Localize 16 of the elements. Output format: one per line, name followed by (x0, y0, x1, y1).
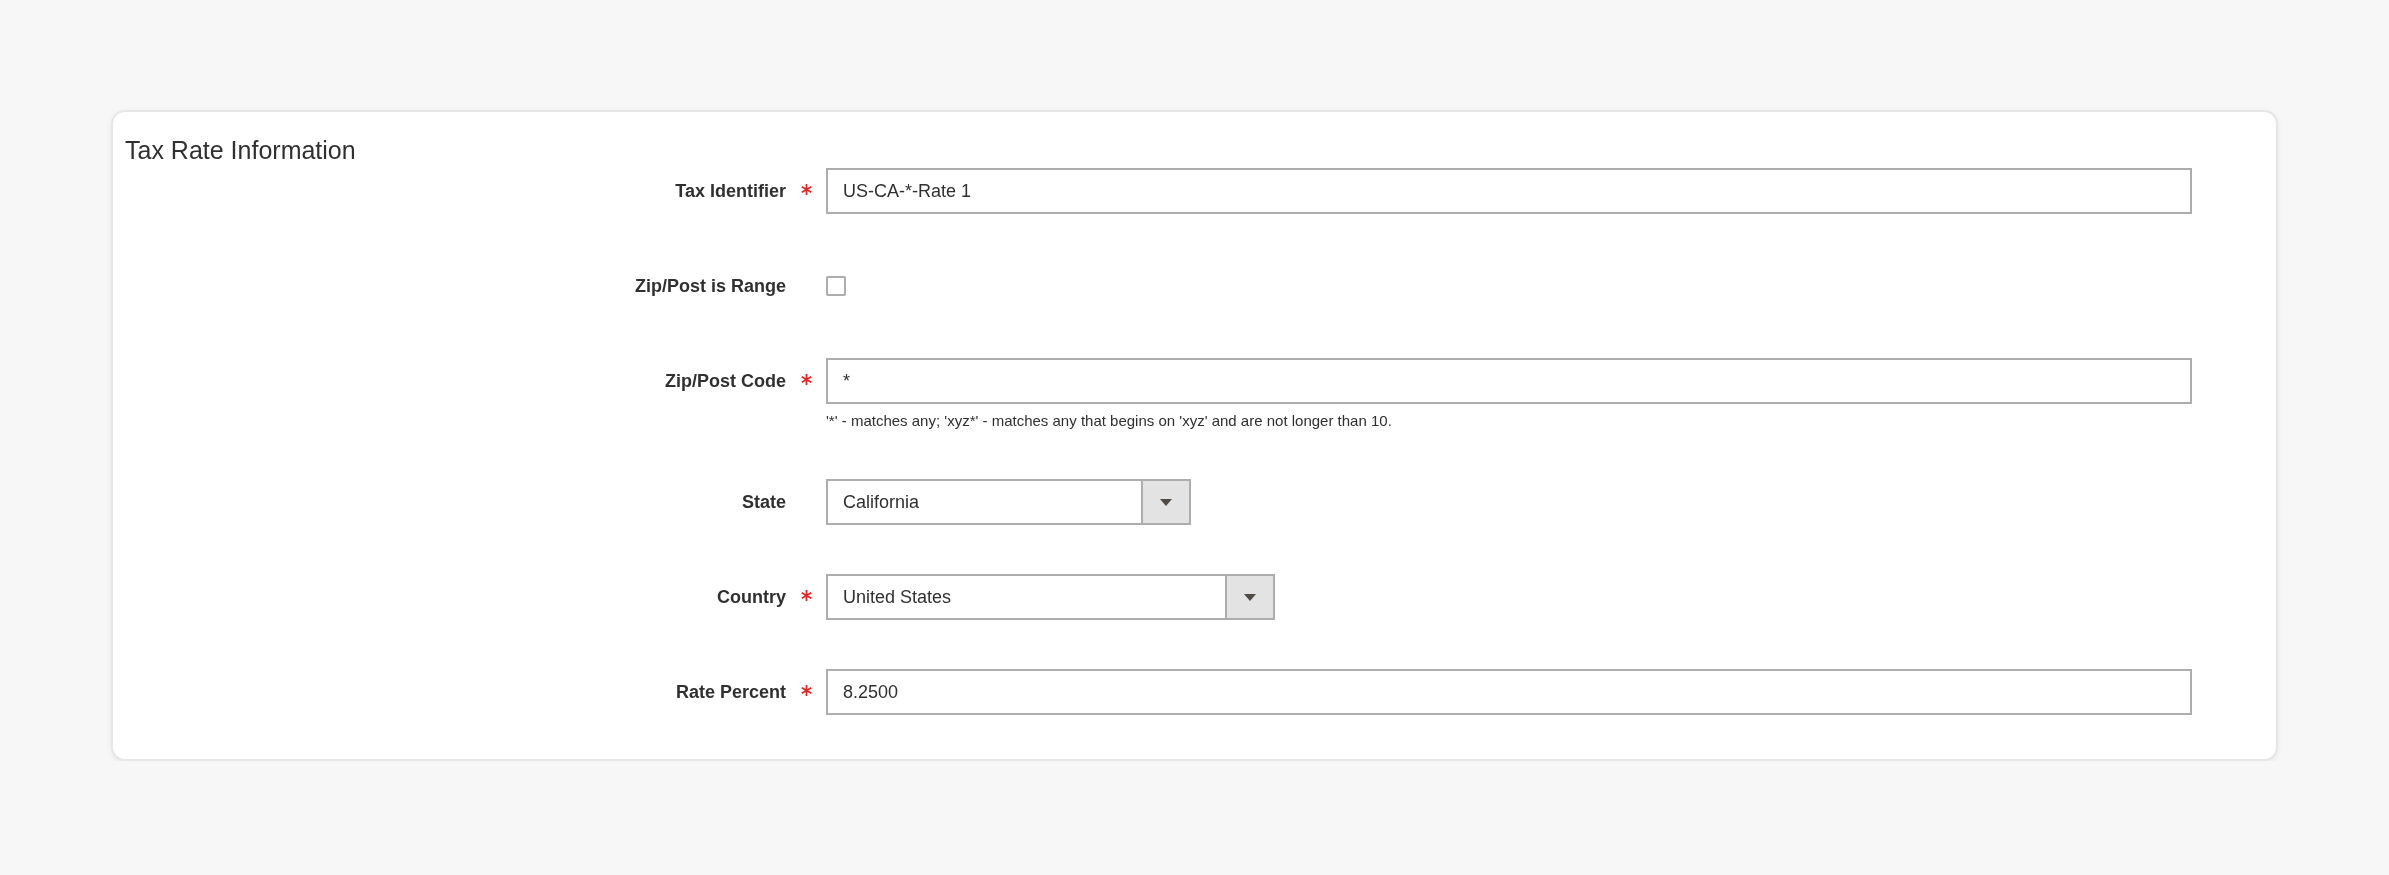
field-label: Rate Percent (675, 681, 786, 704)
select-dropdown[interactable]: United States (826, 574, 1275, 620)
input-field[interactable]: * (826, 358, 2192, 404)
field-label: State (742, 491, 786, 514)
field-label: Tax Identifier (675, 180, 786, 203)
checkbox[interactable] (826, 276, 846, 296)
field-label: Country (717, 586, 786, 609)
section-title: Tax Rate Information (125, 135, 357, 166)
field-label: Zip/Post Code (665, 370, 786, 393)
input-field[interactable]: US-CA-*-Rate 1 (826, 168, 2192, 214)
field-label: Zip/Post is Range (634, 275, 786, 298)
select-dropdown[interactable]: California (826, 479, 1191, 525)
field-hint: '*' - matches any; 'xyz*' - matches any that begins on 'xyz' and are not longer than 10. (826, 412, 1393, 430)
input-field[interactable]: 8.2500 (826, 669, 2192, 715)
caret-down-icon (1160, 498, 1172, 506)
caret-down-icon (1244, 593, 1256, 601)
